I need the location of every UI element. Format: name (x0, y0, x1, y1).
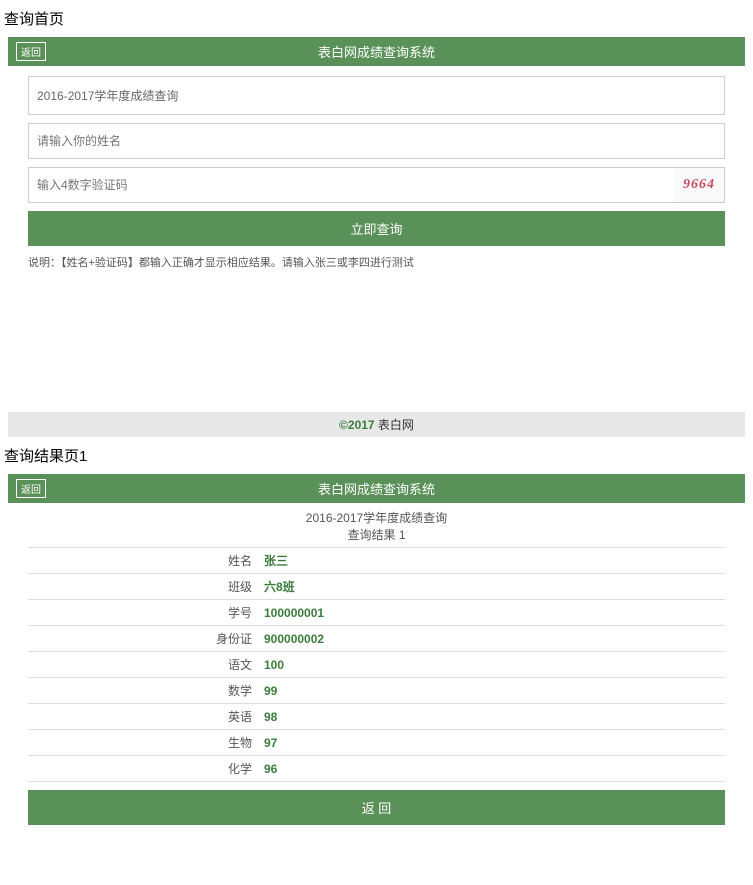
row-label: 学号 (28, 600, 258, 626)
table-row: 学号100000001 (28, 600, 725, 626)
result-sub: 查询结果 1 (28, 526, 725, 543)
result-title: 2016-2017学年度成绩查询 (28, 509, 725, 526)
row-value: 98 (258, 704, 725, 730)
captcha-image[interactable]: 9664 (674, 168, 724, 202)
row-value: 900000002 (258, 626, 725, 652)
table-row: 班级六8班 (28, 574, 725, 600)
header-bar-result: 返回 表白网成绩查询系统 (8, 474, 745, 503)
table-row: 英语98 (28, 704, 725, 730)
row-label: 数学 (28, 678, 258, 704)
submit-button[interactable]: 立即查询 (28, 211, 725, 246)
result-area: 2016-2017学年度成绩查询 查询结果 1 姓名张三班级六8班学号10000… (8, 503, 745, 825)
result-header: 2016-2017学年度成绩查询 查询结果 1 (28, 503, 725, 545)
row-label: 语文 (28, 652, 258, 678)
captcha-input[interactable] (29, 168, 674, 202)
form-area: 2016-2017学年度成绩查询 9664 立即查询 说明：【姓名+验证码】都输… (8, 66, 745, 282)
footer: ©2017 表白网 (8, 412, 745, 437)
table-row: 语文100 (28, 652, 725, 678)
query-home-container: 返回 表白网成绩查询系统 2016-2017学年度成绩查询 9664 立即查询 … (0, 37, 753, 437)
header-title-result: 表白网成绩查询系统 (318, 479, 435, 498)
row-label: 姓名 (28, 548, 258, 574)
table-row: 身份证900000002 (28, 626, 725, 652)
row-value: 99 (258, 678, 725, 704)
row-label: 生物 (28, 730, 258, 756)
row-value: 97 (258, 730, 725, 756)
spacer (8, 282, 745, 412)
table-row: 数学99 (28, 678, 725, 704)
row-value: 张三 (258, 548, 725, 574)
row-value: 100000001 (258, 600, 725, 626)
section-title-result: 查询结果页1 (0, 437, 753, 474)
row-label: 班级 (28, 574, 258, 600)
row-value: 六8班 (258, 574, 725, 600)
row-value: 100 (258, 652, 725, 678)
table-row: 生物97 (28, 730, 725, 756)
year-select[interactable]: 2016-2017学年度成绩查询 (28, 76, 725, 115)
table-row: 化学96 (28, 756, 725, 782)
name-input[interactable] (28, 123, 725, 159)
row-label: 化学 (28, 756, 258, 782)
footer-site: 表白网 (378, 418, 414, 432)
footer-copy: ©2017 (339, 418, 378, 432)
row-value: 96 (258, 756, 725, 782)
header-title: 表白网成绩查询系统 (318, 42, 435, 61)
table-row: 姓名张三 (28, 548, 725, 574)
row-label: 英语 (28, 704, 258, 730)
return-button[interactable]: 返 回 (28, 790, 725, 825)
result-container: 返回 表白网成绩查询系统 2016-2017学年度成绩查询 查询结果 1 姓名张… (0, 474, 753, 885)
section-title-query-home: 查询首页 (0, 0, 753, 37)
captcha-row: 9664 (28, 167, 725, 203)
row-label: 身份证 (28, 626, 258, 652)
note-text: 说明：【姓名+验证码】都输入正确才显示相应结果。请输入张三或李四进行测试 (28, 252, 725, 272)
back-button[interactable]: 返回 (16, 42, 46, 61)
result-table: 姓名张三班级六8班学号100000001身份证900000002语文100数学9… (28, 547, 725, 782)
header-bar: 返回 表白网成绩查询系统 (8, 37, 745, 66)
back-button-result[interactable]: 返回 (16, 479, 46, 498)
spacer-bottom (8, 825, 745, 885)
